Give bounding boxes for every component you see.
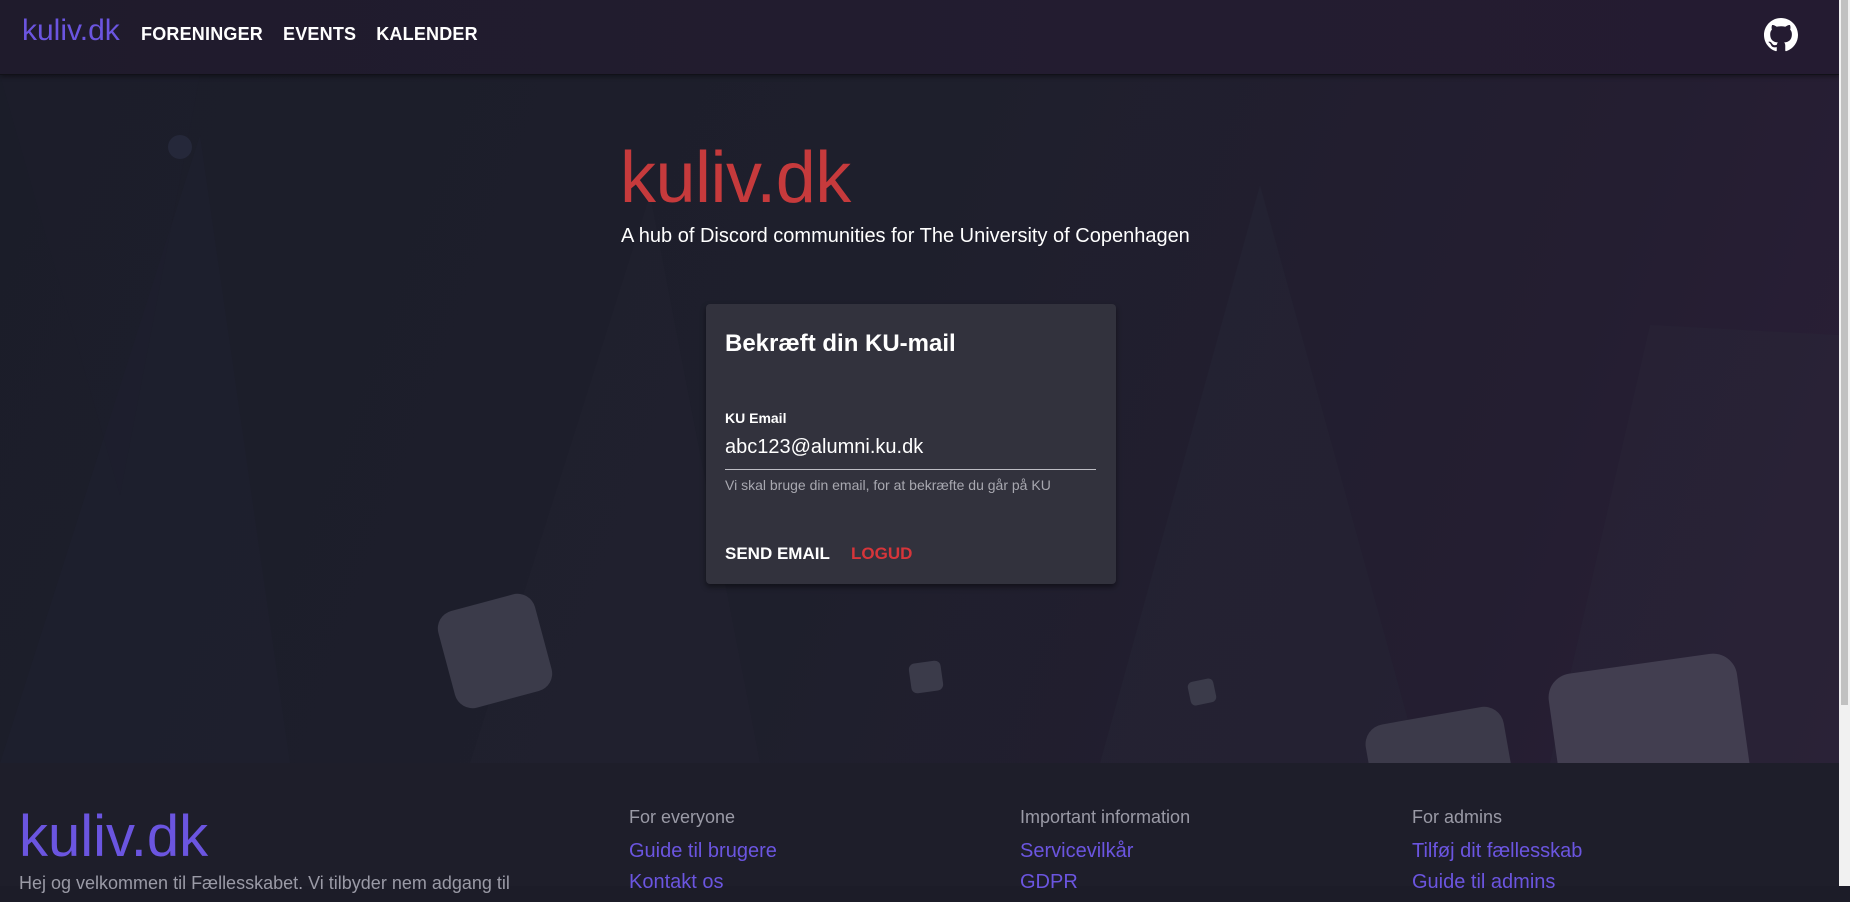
card-title: Bekræft din KU-mail	[725, 330, 956, 357]
logout-button[interactable]: LOGUD	[851, 544, 912, 564]
email-field-helper-text: Vi skal bruge din email, for at bekræfte…	[725, 477, 1051, 493]
hero-subtitle: A hub of Discord communities for The Uni…	[621, 225, 1190, 247]
main-nav: FORENINGER EVENTS KALENDER	[141, 24, 478, 45]
footer-link-terms[interactable]: Servicevilkår	[1020, 840, 1190, 863]
send-email-button[interactable]: SEND EMAIL	[725, 544, 830, 564]
email-field[interactable]	[725, 436, 1095, 459]
nav-kalender[interactable]: KALENDER	[376, 24, 478, 45]
footer-column-important: Important information Servicevilkår GDPR	[1020, 807, 1190, 902]
hero-section: kuliv.dk A hub of Discord communities fo…	[0, 75, 1839, 763]
footer-intro-text: Hej og velkommen til Fællesskabet. Vi ti…	[19, 873, 510, 893]
verify-email-card: Bekræft din KU-mail KU Email Vi skal bru…	[706, 304, 1116, 584]
footer: kuliv.dk Hej og velkommen til Fællesskab…	[0, 763, 1839, 893]
footer-column-everyone: For everyone Guide til brugere Kontakt o…	[629, 807, 777, 902]
footer-column-admins: For admins Tilføj dit fællesskab Guide t…	[1412, 807, 1582, 902]
top-app-bar: kuliv.dk FORENINGER EVENTS KALENDER	[0, 0, 1839, 75]
github-icon[interactable]	[1764, 18, 1798, 52]
footer-brand: kuliv.dk	[19, 804, 209, 869]
footer-link-admin-guide[interactable]: Guide til admins	[1412, 871, 1582, 894]
footer-link-contact[interactable]: Kontakt os	[629, 871, 777, 894]
nav-events[interactable]: EVENTS	[283, 24, 356, 45]
footer-heading: For admins	[1412, 807, 1503, 827]
footer-link-user-guide[interactable]: Guide til brugere	[629, 840, 777, 863]
email-field-label: KU Email	[725, 410, 787, 426]
footer-heading: For everyone	[629, 807, 736, 827]
footer-link-gdpr[interactable]: GDPR	[1020, 871, 1190, 894]
scrollbar-thumb[interactable]	[1841, 0, 1848, 705]
hero-title: kuliv.dk	[620, 138, 851, 218]
brand-link[interactable]: kuliv.dk	[22, 14, 120, 48]
nav-foreninger[interactable]: FORENINGER	[141, 24, 263, 45]
footer-heading: Important information	[1020, 807, 1191, 827]
email-field-underline	[725, 469, 1096, 470]
footer-link-add-community[interactable]: Tilføj dit fællesskab	[1412, 840, 1582, 863]
page-scrollbar[interactable]	[1839, 0, 1850, 886]
